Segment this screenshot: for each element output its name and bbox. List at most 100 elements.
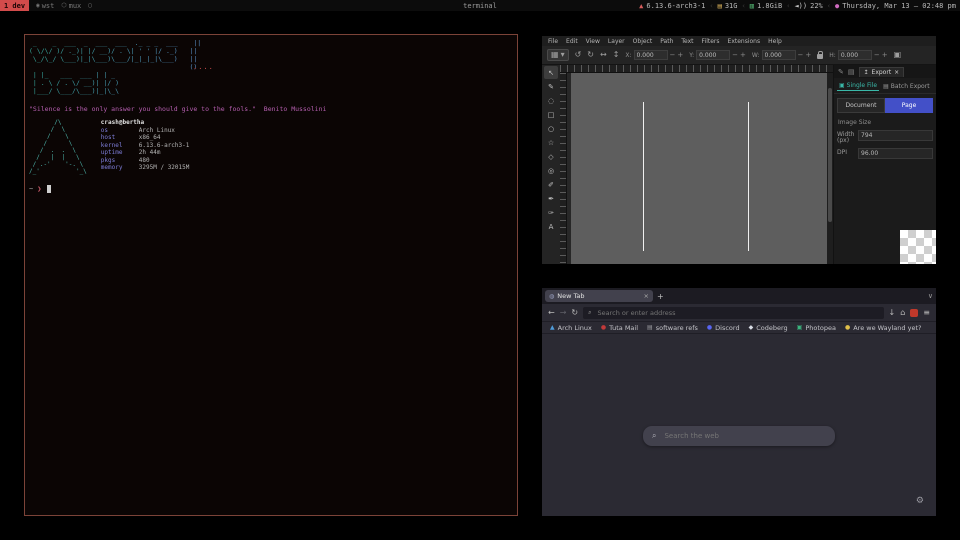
selection-mode-dropdown[interactable]: ▦ ▾ [547, 49, 569, 61]
decrement-button[interactable]: − [732, 51, 738, 59]
bookmark-codeberg[interactable]: ◆ Codeberg [749, 324, 788, 332]
decrement-button[interactable]: − [670, 51, 676, 59]
menu-filters[interactable]: Filters [702, 38, 720, 45]
page-button[interactable]: Page [885, 98, 933, 113]
volume-module[interactable]: ◄)) 22% [794, 2, 822, 10]
height-input[interactable] [838, 50, 872, 60]
ublock-extension-icon[interactable] [910, 309, 918, 317]
menu-object[interactable]: Object [633, 38, 653, 45]
bookmark-discord[interactable]: ● Discord [707, 324, 740, 332]
document-button[interactable]: Document [837, 98, 885, 113]
text-tool[interactable]: A [544, 220, 558, 233]
vertical-ruler[interactable] [560, 73, 567, 264]
bookmark-tuta-mail[interactable]: ● Tuta Mail [601, 324, 638, 332]
canvas-viewport[interactable] [567, 73, 827, 264]
star-tool[interactable]: ☆ [544, 136, 558, 149]
bar-item-wst[interactable]: ◉ wst [36, 2, 54, 10]
decrement-button[interactable]: − [874, 51, 880, 59]
lock-aspect-icon[interactable] [817, 54, 823, 59]
export-width-input[interactable] [858, 130, 933, 141]
flip-vertical-button[interactable]: ↕ [613, 51, 620, 59]
home-button[interactable]: ⌂ [900, 308, 905, 317]
menu-help[interactable]: Help [768, 38, 782, 45]
menu-edit[interactable]: Edit [566, 38, 578, 45]
reload-button[interactable]: ↻ [571, 308, 578, 317]
clock-module[interactable]: ● Thursday, Mar 13 — 02:48 pm [835, 2, 956, 10]
personalize-gear-icon[interactable]: ⚙ [916, 496, 924, 506]
web-search-input[interactable] [662, 431, 826, 441]
y-input[interactable] [696, 50, 730, 60]
back-button[interactable]: ← [548, 308, 555, 317]
node-tool[interactable]: ✎ [544, 80, 558, 93]
workspace-badge[interactable]: 1 dev [0, 0, 29, 11]
scrollbar-thumb[interactable] [828, 88, 832, 222]
menu-extensions[interactable]: Extensions [728, 38, 761, 45]
calligraphy-tool[interactable]: ✑ [544, 206, 558, 219]
increment-button[interactable]: + [882, 51, 888, 59]
arch-icon: ▲ [639, 2, 643, 10]
export-scope-toggle: Document Page [837, 98, 933, 113]
batch-export-tab[interactable]: ▤ Batch Export [881, 81, 931, 91]
ram-icon: ▥ [750, 2, 754, 10]
bookmark-are-we-wayland-yet[interactable]: ● Are we Wayland yet? [845, 324, 921, 332]
fill-stroke-dialog-icon[interactable]: ✎ [838, 68, 844, 76]
objects-dialog-icon[interactable]: ▤ [848, 68, 855, 76]
export-dpi-input[interactable] [858, 148, 933, 159]
menu-path[interactable]: Path [660, 38, 673, 45]
document-page[interactable] [571, 73, 827, 264]
image-size-label: Image Size [838, 119, 932, 126]
horizontal-ruler[interactable] [560, 65, 833, 73]
single-file-tab[interactable]: ▣ Single File [837, 81, 879, 91]
drawn-vertical-line-2[interactable] [748, 102, 749, 251]
ellipse-tool[interactable]: ○ [544, 122, 558, 135]
list-all-tabs-chevron-icon[interactable]: ∨ [928, 292, 933, 300]
inkscape-window[interactable]: File Edit View Layer Object Path Text Fi… [542, 36, 936, 264]
shell-prompt[interactable]: ~ ❯ [29, 185, 513, 193]
increment-button[interactable]: + [805, 51, 811, 59]
decrement-button[interactable]: − [798, 51, 804, 59]
info-row-uptime: uptime2h 44m [101, 149, 190, 157]
selector-tool[interactable]: ↖ [544, 66, 558, 79]
menu-hamburger-icon[interactable]: ≡ [923, 308, 930, 317]
new-tab-page: ⌕ ⚙ [542, 334, 936, 516]
rotate-ccw-button[interactable]: ↺ [575, 51, 582, 59]
browser-window[interactable]: ◍ New Tab × + ∨ ← → ↻ ⌕ ↓ ⌂ ≡ ▲ Arch Lin… [542, 288, 936, 516]
spiral-tool[interactable]: ◎ [544, 164, 558, 177]
increment-button[interactable]: + [740, 51, 746, 59]
url-input[interactable] [595, 308, 878, 318]
rectangle-tool[interactable]: □ [544, 108, 558, 121]
flip-horizontal-button[interactable]: ↔ [600, 51, 607, 59]
new-tab-search-box[interactable]: ⌕ [643, 426, 835, 446]
transform-affect-icon[interactable]: ▣ [894, 51, 902, 59]
bar-item-mux[interactable]: ⬡ mux [61, 2, 81, 10]
export-dialog-tab[interactable]: ↥ Export × [859, 67, 905, 77]
pen-tool[interactable]: ✒ [544, 192, 558, 205]
increment-button[interactable]: + [677, 51, 683, 59]
new-tab-button[interactable]: + [657, 292, 664, 301]
memory-module: ▥ 1.8GiB [750, 2, 783, 10]
downloads-button[interactable]: ↓ [889, 308, 896, 317]
vertical-scrollbar[interactable] [827, 73, 833, 264]
shape-builder-tool[interactable]: ◌ [544, 94, 558, 107]
menu-file[interactable]: File [548, 38, 558, 45]
active-tab[interactable]: ◍ New Tab × [545, 290, 653, 302]
menu-view[interactable]: View [586, 38, 600, 45]
terminal-window[interactable]: _ _ ___ _ ___ ___ ._ _ _ ___ ||( \/\/ )/… [24, 34, 518, 516]
width-input[interactable] [762, 50, 796, 60]
tab-close-icon[interactable]: × [644, 292, 649, 300]
drawn-vertical-line-1[interactable] [643, 102, 644, 251]
export-dpi-field: DPI [837, 148, 933, 159]
bar-item-layout[interactable]: ▢ [88, 2, 92, 9]
box3d-tool[interactable]: ◇ [544, 150, 558, 163]
bookmark-folder-software-refs[interactable]: ▤ software refs [647, 324, 698, 332]
x-input[interactable] [634, 50, 668, 60]
menu-layer[interactable]: Layer [608, 38, 625, 45]
rotate-cw-button[interactable]: ↻ [587, 51, 594, 59]
forward-button[interactable]: → [560, 308, 567, 317]
close-icon[interactable]: × [894, 69, 899, 76]
pencil-tool[interactable]: ✐ [544, 178, 558, 191]
url-bar[interactable]: ⌕ [583, 307, 883, 319]
menu-text[interactable]: Text [681, 38, 693, 45]
bookmark-arch-linux[interactable]: ▲ Arch Linux [550, 324, 592, 332]
bookmark-photopea[interactable]: ▣ Photopea [797, 324, 836, 332]
